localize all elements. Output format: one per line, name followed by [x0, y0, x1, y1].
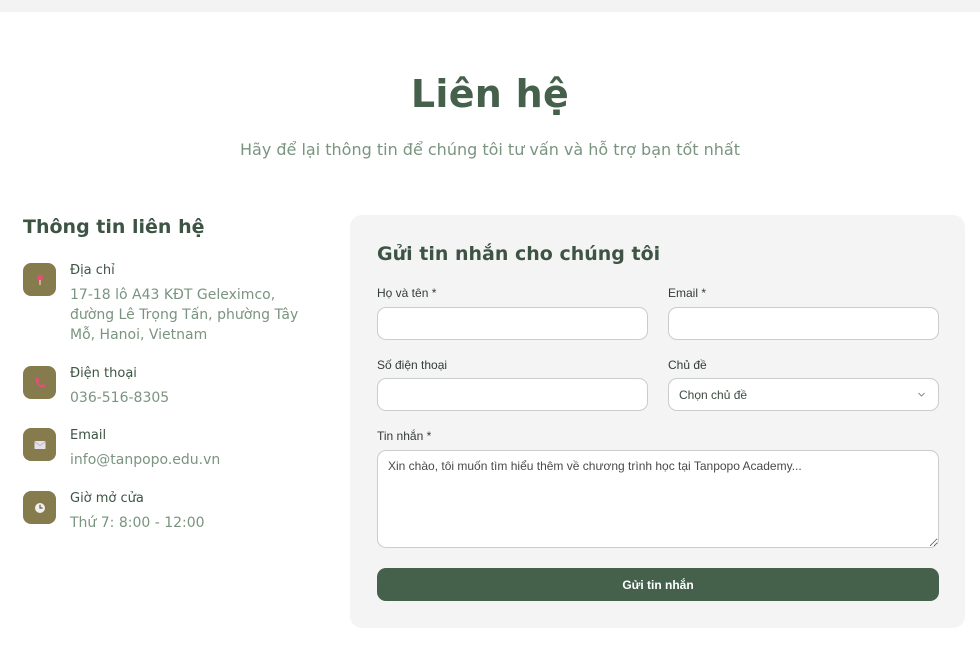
message-textarea[interactable] [377, 450, 939, 548]
topic-selected-value: Chọn chủ đề [679, 387, 748, 402]
topic-label: Chủ đề [668, 358, 707, 372]
submit-button[interactable]: Gửi tin nhắn [377, 568, 939, 601]
hours-value: Thứ 7: 8:00 - 12:00 [70, 515, 205, 531]
clock-icon [23, 491, 56, 524]
top-bar [0, 0, 980, 12]
contact-item-address: Địa chỉ 17-18 lô A43 KĐT Geleximco, đườn… [23, 263, 323, 343]
message-label: Tin nhắn * [377, 429, 432, 443]
page-title: Liên hệ [410, 72, 570, 116]
phone-value: 036-516-8305 [70, 390, 170, 406]
form-title: Gửi tin nhắn cho chúng tôi [377, 243, 661, 265]
contact-item-phone: Điện thoại 036-516-8305 [23, 366, 323, 406]
phone-field-label: Số điện thoại [377, 358, 448, 372]
contact-info-heading: Thông tin liên hệ [23, 216, 205, 238]
map-pin-icon [23, 263, 56, 296]
email-field-label: Email * [668, 286, 707, 300]
address-label: Địa chỉ [70, 263, 115, 278]
envelope-icon [23, 428, 56, 461]
name-input[interactable] [377, 307, 648, 340]
email-input[interactable] [668, 307, 939, 340]
topic-select[interactable]: Chọn chủ đề [668, 378, 939, 411]
contact-item-hours: Giờ mở cửa Thứ 7: 8:00 - 12:00 [23, 491, 323, 531]
hours-label: Giờ mở cửa [70, 491, 144, 506]
contact-item-email: Email info@tanpopo.edu.vn [23, 428, 323, 468]
page-subtitle: Hãy để lại thông tin để chúng tôi tư vấn… [240, 140, 740, 159]
address-value: 17-18 lô A43 KĐT Geleximco, đường Lê Trọ… [70, 287, 299, 343]
phone-icon [23, 366, 56, 399]
contact-form-panel: Gửi tin nhắn cho chúng tôi Họ và tên * E… [350, 215, 965, 628]
email-value: info@tanpopo.edu.vn [70, 452, 221, 468]
name-label: Họ và tên * [377, 286, 437, 300]
phone-label: Điện thoại [70, 366, 137, 381]
email-label: Email [70, 428, 107, 443]
phone-input[interactable] [377, 378, 648, 411]
chevron-down-icon [918, 392, 925, 397]
